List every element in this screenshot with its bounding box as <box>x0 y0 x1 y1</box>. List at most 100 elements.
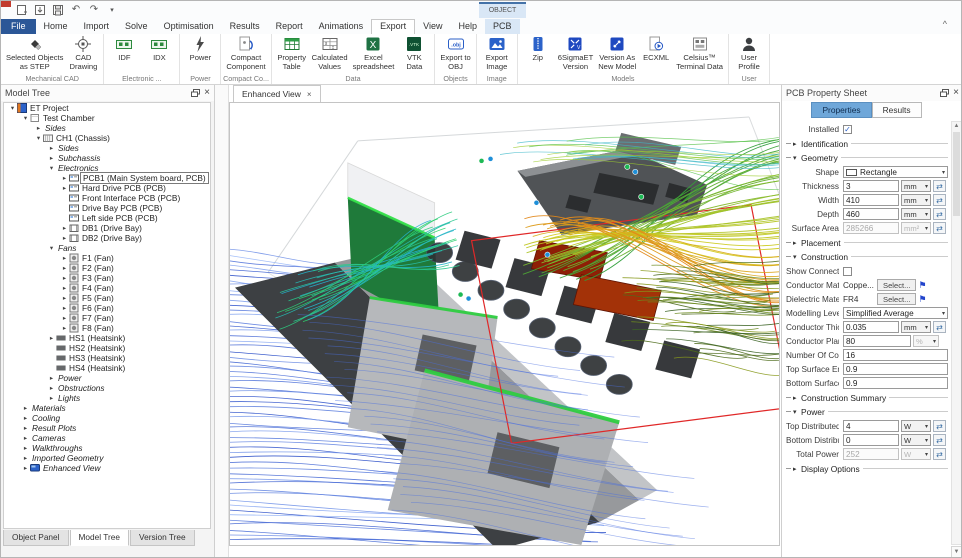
monitor-point[interactable] <box>534 200 539 205</box>
caret-right-icon[interactable]: ▸ <box>21 454 30 462</box>
property-scrollbar[interactable]: ▲ <box>951 121 962 545</box>
ribbon-button-version-as-new-model[interactable]: Version As New Model <box>596 35 638 71</box>
tree-item-lights[interactable]: ▸Lights <box>4 393 210 403</box>
collapse-ribbon-button[interactable]: ^ <box>943 19 947 29</box>
input-bottom-surface-emissi[interactable]: 0.9 <box>843 377 948 389</box>
section-construction-summary[interactable]: ▸Construction Summary <box>786 391 948 404</box>
tree-item-fans[interactable]: ▾Fans <box>4 243 210 253</box>
input-width[interactable]: 410 <box>843 194 899 206</box>
input-conductor-planar-perc[interactable]: 80 <box>843 335 911 347</box>
ribbon-button-vtk-data[interactable]: .VTKVTK Data <box>397 35 431 71</box>
ribbon-button-idx[interactable]: IDX <box>142 35 176 63</box>
scroll-down-icon[interactable]: ▼ <box>951 546 962 558</box>
unit-dropdown[interactable]: mm▾ <box>901 194 931 206</box>
dropdown-shape[interactable]: Rectangle▾ <box>843 166 948 178</box>
unit-dropdown[interactable]: W▾ <box>901 434 931 446</box>
caret-right-icon[interactable]: ▸ <box>60 184 69 192</box>
tree-item-left-side-pcb-pcb[interactable]: Left side PCB (PCB) <box>4 213 210 223</box>
undo-button[interactable]: ↶ <box>69 3 83 16</box>
tree-item-f4-fan[interactable]: ▸F4 (Fan) <box>4 283 210 293</box>
caret-right-icon[interactable]: ▸ <box>34 124 43 132</box>
tree-item-hs4-heatsink[interactable]: HS4 (Heatsink) <box>4 363 210 373</box>
caret-down-icon[interactable]: ▾ <box>21 114 30 122</box>
caret-right-icon[interactable]: ▸ <box>60 324 69 332</box>
section-construction[interactable]: ▾Construction <box>786 250 948 263</box>
monitor-point[interactable] <box>479 158 484 163</box>
flag-icon[interactable]: ⚑ <box>918 295 926 304</box>
checkbox[interactable] <box>843 267 852 276</box>
scroll-up-icon[interactable]: ▲ <box>952 122 961 131</box>
tree-item-sides[interactable]: ▸Sides <box>4 123 210 133</box>
panel-splitter[interactable] <box>215 85 229 558</box>
tab-optimisation[interactable]: Optimisation <box>156 19 222 34</box>
tree-item-power[interactable]: ▸Power <box>4 373 210 383</box>
tab-pcb[interactable]: PCB <box>485 19 520 34</box>
ribbon-button-property-table[interactable]: Property Table <box>275 35 309 71</box>
caret-down-icon[interactable]: ▾ <box>34 134 43 142</box>
caret-right-icon[interactable]: ▸ <box>60 174 69 182</box>
section-identification[interactable]: ▸Identification <box>786 137 948 150</box>
tree-item-f1-fan[interactable]: ▸F1 (Fan) <box>4 253 210 263</box>
tree-item-obstructions[interactable]: ▸Obstructions <box>4 383 210 393</box>
caret-right-icon[interactable]: ▸ <box>21 404 30 412</box>
tab-home[interactable]: Home <box>36 19 76 34</box>
tree-item-f2-fan[interactable]: ▸F2 (Fan) <box>4 263 210 273</box>
scrollbar-thumb[interactable] <box>953 132 960 216</box>
tab-help[interactable]: Help <box>451 19 486 34</box>
ribbon-button-cad-drawing[interactable]: CAD Drawing <box>66 35 100 71</box>
caret-right-icon[interactable]: ▸ <box>47 154 56 162</box>
monitor-point[interactable] <box>633 169 638 174</box>
ribbon-button-export-image[interactable]: Export Image <box>480 35 514 71</box>
tree-item-subchassis[interactable]: ▸Subchassis <box>4 153 210 163</box>
toggle-formula-icon[interactable]: ⇄ <box>933 222 946 234</box>
ribbon-button-power[interactable]: Power <box>183 35 217 63</box>
input-top-distributed-power[interactable]: 4 <box>843 420 899 432</box>
new-button[interactable] <box>15 3 29 16</box>
ribbon-button-user-profile[interactable]: User Profile <box>732 35 766 71</box>
ribbon-button-compact-component[interactable]: Compact Component <box>224 35 267 71</box>
input-thickness[interactable]: 3 <box>843 180 899 192</box>
monitor-point[interactable] <box>625 164 630 169</box>
monitor-point[interactable] <box>458 292 463 297</box>
select-button[interactable]: Select... <box>877 293 916 305</box>
tree-item-result-plots[interactable]: ▸Result Plots <box>4 423 210 433</box>
tab-report[interactable]: Report <box>268 19 311 34</box>
tree-item-sides[interactable]: ▸Sides <box>4 143 210 153</box>
tab-export[interactable]: Export <box>371 19 415 34</box>
tree-item-ch1-chassis[interactable]: ▾CH1 (Chassis) <box>4 133 210 143</box>
caret-right-icon[interactable]: ▸ <box>60 254 69 262</box>
ribbon-button-idf[interactable]: IDF <box>107 35 141 63</box>
caret-right-icon[interactable]: ▸ <box>21 424 30 432</box>
toggle-formula-icon[interactable]: ⇄ <box>933 434 946 446</box>
tab-import[interactable]: Import <box>76 19 118 34</box>
toggle-formula-icon[interactable]: ⇄ <box>933 420 946 432</box>
unit-dropdown[interactable]: mm▾ <box>901 321 931 333</box>
tree-item-db2-drive-bay[interactable]: ▸DB2 (Drive Bay) <box>4 233 210 243</box>
caret-down-icon[interactable]: ▾ <box>47 244 56 252</box>
panel-tab-version-tree[interactable]: Version Tree <box>130 530 195 546</box>
import-button[interactable] <box>33 3 47 16</box>
caret-right-icon[interactable]: ▸ <box>21 414 30 422</box>
ribbon-button-selected-objects-as-step[interactable]: Selected Objects as STEP <box>4 35 65 71</box>
ribbon-button-calculated-values[interactable]: x̄±Calculated Values <box>310 35 350 71</box>
caret-down-icon[interactable]: ▾ <box>8 104 17 112</box>
toggle-formula-icon[interactable]: ⇄ <box>933 180 946 192</box>
tree-item-f6-fan[interactable]: ▸F6 (Fan) <box>4 303 210 313</box>
tree-item-drive-bay-pcb-pcb[interactable]: Drive Bay PCB (PCB) <box>4 203 210 213</box>
tree-item-materials[interactable]: ▸Materials <box>4 403 210 413</box>
section-power[interactable]: ▾Power <box>786 405 948 418</box>
tab-file[interactable]: File <box>1 19 36 34</box>
tab-properties[interactable]: Properties <box>811 102 871 118</box>
redo-button[interactable]: ↷ <box>87 3 101 16</box>
monitor-point[interactable] <box>545 252 550 257</box>
tab-results[interactable]: Results <box>222 19 268 34</box>
caret-right-icon[interactable]: ▸ <box>47 144 56 152</box>
more-button[interactable]: ▾ <box>105 3 119 16</box>
ribbon-button-zip[interactable]: Zip <box>521 35 555 63</box>
input-top-surface-emissivity[interactable]: 0.9 <box>843 363 948 375</box>
tree-item-f8-fan[interactable]: ▸F8 (Fan) <box>4 323 210 333</box>
monitor-point[interactable] <box>488 156 493 161</box>
close-panel-icon[interactable]: × <box>953 88 959 98</box>
tab-view[interactable]: View <box>415 19 450 34</box>
panel-tab-model-tree[interactable]: Model Tree <box>70 530 130 546</box>
